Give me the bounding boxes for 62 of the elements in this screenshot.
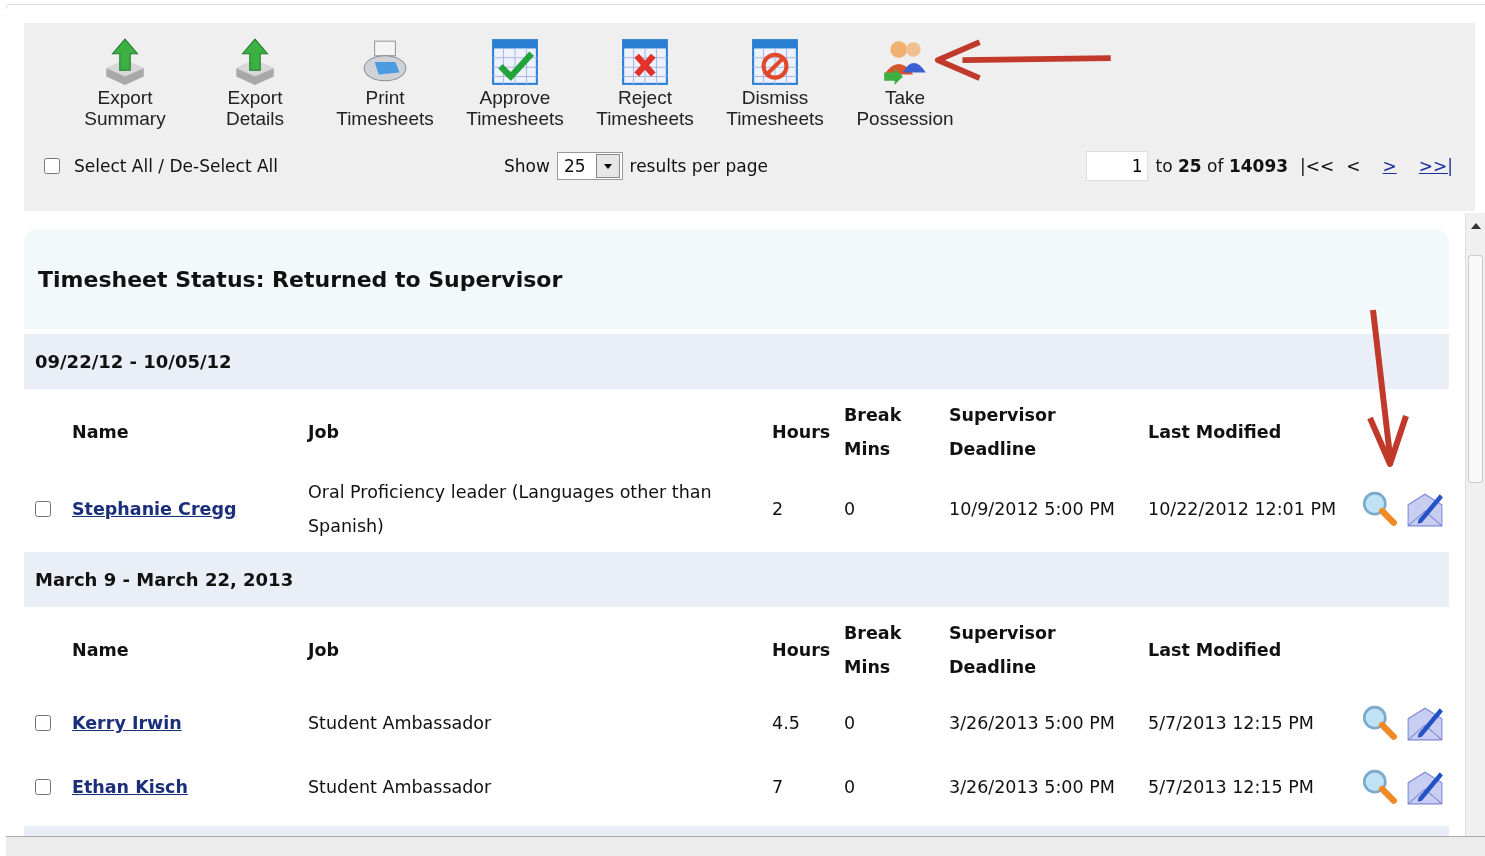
column-header: Last Modified: [1148, 421, 1283, 444]
column-header: Break Mins: [844, 622, 902, 679]
toolbar-button[interactable]: Print Timesheets: [320, 37, 450, 129]
table-cell-text: 3/26/2013 5:00 PM: [949, 776, 1116, 799]
select-all-label: Select All / De-Select All: [74, 156, 279, 176]
scroll-up-arrow-icon[interactable]: [1470, 223, 1481, 229]
calendar-no-icon: [750, 37, 800, 87]
first-page-label: |<<: [1300, 156, 1335, 176]
table-cell-text: 3/26/2013 5:00 PM: [949, 712, 1116, 735]
row-checkbox[interactable]: [35, 715, 51, 731]
page-size-select[interactable]: 25: [556, 152, 623, 180]
period-title: 09/22/12 - 10/05/12: [35, 351, 232, 372]
calendar-cross-icon: [620, 37, 670, 87]
table-cell-text: 10/22/2012 12:01 PM: [1148, 498, 1338, 521]
next-page-link[interactable]: >: [1382, 156, 1397, 176]
column-header: Job: [308, 639, 341, 662]
table-cell-text: 4.5: [772, 712, 801, 735]
table-cell-text: 0: [844, 776, 857, 799]
table-cell-text: 0: [844, 498, 857, 521]
search-icon[interactable]: [1360, 768, 1398, 806]
select-all-checkbox[interactable]: [44, 158, 60, 174]
toolbar-button[interactable]: Take Possession: [840, 37, 970, 129]
employee-link[interactable]: Stephanie Cregg: [72, 492, 237, 526]
toolbar-button[interactable]: Export Summary: [60, 37, 190, 129]
search-icon[interactable]: [1360, 704, 1398, 742]
column-header: Last Modified: [1148, 639, 1283, 662]
table-cell-text: 2: [772, 498, 785, 521]
table-cell-text: Student Ambassador: [308, 776, 493, 799]
table-cell-text: 7: [772, 776, 785, 799]
calendar-check-icon: [490, 37, 540, 87]
status-title: Timesheet Status: Returned to Supervisor: [38, 266, 563, 292]
column-header: Supervisor Deadline: [949, 622, 1056, 679]
table-cell-text: 10/9/2012 5:00 PM: [949, 498, 1116, 521]
column-header: Name: [72, 421, 130, 444]
last-page-link[interactable]: >>|: [1418, 156, 1453, 176]
column-header: Hours: [772, 421, 832, 444]
table-cell-text: 5/7/2013 12:15 PM: [1148, 776, 1315, 799]
search-icon[interactable]: [1360, 490, 1398, 528]
toolbar-button[interactable]: Dismiss Timesheets: [710, 37, 840, 129]
column-header: Break Mins: [844, 404, 902, 461]
row-checkbox[interactable]: [35, 501, 51, 517]
column-header: Job: [308, 421, 341, 444]
previous-page-label: <: [1346, 156, 1361, 176]
period-title: March 9 - March 22, 2013: [35, 569, 294, 590]
column-header: Hours: [772, 639, 832, 662]
employee-link[interactable]: Kerry Irwin: [72, 706, 182, 740]
page-number-field[interactable]: 1: [1085, 151, 1148, 181]
column-header: Supervisor Deadline: [949, 404, 1056, 461]
table-cell-text: Oral Proficiency leader (Languages other than Spanish): [308, 481, 713, 538]
dropdown-arrow-icon: [603, 163, 612, 169]
table-cell-text: Student Ambassador: [308, 712, 493, 735]
row-checkbox[interactable]: [35, 779, 51, 795]
toolbar-button[interactable]: Reject Timesheets: [580, 37, 710, 129]
toolbar-button[interactable]: Export Details: [190, 37, 320, 129]
toolbar-button[interactable]: Approve Timesheets: [450, 37, 580, 129]
employee-link[interactable]: Ethan Kisch: [72, 770, 188, 804]
results-per-page-label: results per page: [629, 156, 768, 176]
table-cell-text: 0: [844, 712, 857, 735]
column-header: Name: [72, 639, 130, 662]
page-summary: to 25 of 14093: [1155, 156, 1289, 176]
show-label: Show: [504, 156, 550, 176]
table-cell-text: 5/7/2013 12:15 PM: [1148, 712, 1315, 735]
